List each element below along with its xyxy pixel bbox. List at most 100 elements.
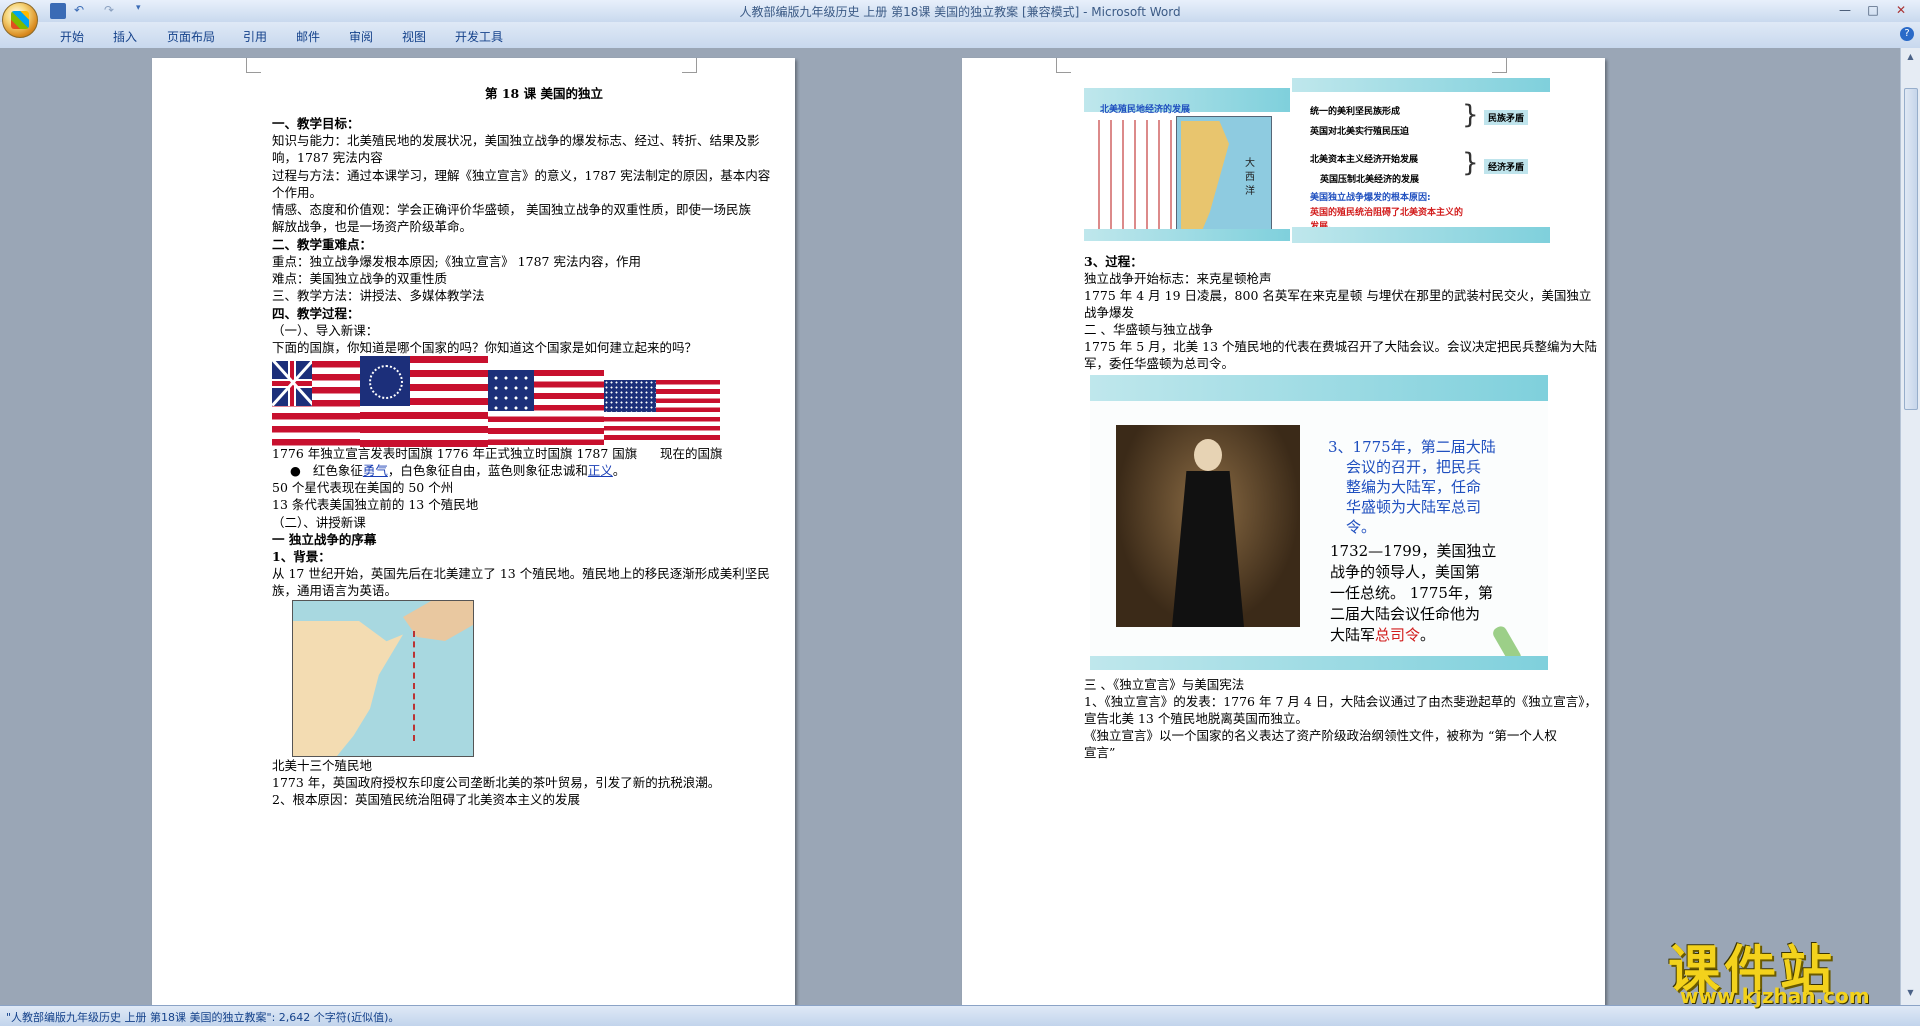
ocean-label: 大西洋 <box>1245 158 1255 197</box>
paragraph: 军，委任华盛顿为总司令。 <box>1084 356 1235 371</box>
paragraph: 宣告北美 13 个殖民地脱离英国而独立。 <box>1084 711 1308 726</box>
watermark-logo: 课件站 www.kjzhan.com <box>1668 928 1918 1008</box>
tab-mailings[interactable]: 邮件 <box>296 28 320 45</box>
office-button[interactable] <box>2 2 38 38</box>
map-land <box>1181 121 1229 235</box>
cause-row: 统一的美利坚民族形成 <box>1310 107 1401 117</box>
paragraph: 个作用。 <box>272 185 323 200</box>
paragraph: 二、教学重难点： <box>272 237 373 252</box>
document-page-2[interactable]: 北美殖民地经济的发展 大西洋 统一的美利坚民族形成 英国对北美实行殖民压迫 北美… <box>962 58 1605 1005</box>
thirteen-colonies-map <box>292 600 474 757</box>
paragraph: 从 17 世纪开始，英国先后在北美建立了 13 个殖民地。殖民地上的移民逐渐形成… <box>272 566 770 581</box>
map-caption: 北美十三个殖民地 <box>272 758 373 773</box>
link-courage[interactable]: 勇气 <box>363 463 388 478</box>
slide-wave <box>1292 78 1550 92</box>
paragraph: 一、教学目标： <box>272 116 360 131</box>
paragraph: 情感、态度和价值观：学会正确评价华盛顿， 美国独立战争的双重性质，即使一场民族 <box>272 202 751 217</box>
slide-text-black: 1732—1799，美国独立 战争的领导人，美国第 一任总统。 1775年，第 … <box>1330 542 1497 644</box>
paragraph: 族，通用语言为英语。 <box>272 583 398 598</box>
undo-icon[interactable]: ↶ <box>74 3 90 19</box>
status-text: "人教部编版九年级历史 上册 第18课 美国的独立教案": 2,642 个字符(… <box>6 1011 400 1024</box>
slide-wave <box>1090 375 1548 401</box>
slide-wave <box>1084 229 1290 241</box>
slide-economy-map: 北美殖民地经济的发展 大西洋 <box>1084 88 1290 241</box>
paragraph: 1775 年 4 月 19 日凌晨，800 名英军在来克星顿 与埋伏在那里的武装… <box>1084 288 1592 303</box>
tag-national-conflict: 民族矛盾 <box>1484 110 1529 125</box>
bullet-item: ● 红色象征勇气，白色象征自由，蓝色则象征忠诚和正义。 <box>290 463 626 478</box>
minimize-button[interactable]: — <box>1832 1 1858 19</box>
paragraph: 一 独立战争的序幕 <box>272 532 377 547</box>
slide-question: 美国独立战争爆发的根本原因: <box>1310 193 1431 203</box>
flag-1787 <box>488 370 604 445</box>
ribbon-tabs: 开始 插入 页面布局 引用 邮件 审阅 视图 开发工具 ? <box>0 22 1920 49</box>
help-icon[interactable]: ? <box>1900 27 1914 41</box>
slide-causes: 统一的美利坚民族形成 英国对北美实行殖民压迫 北美资本主义经济开始发展 英国压制… <box>1292 78 1550 243</box>
canton-50-stars <box>604 380 656 412</box>
tab-insert[interactable]: 插入 <box>113 28 137 45</box>
vertical-slide-text <box>1098 120 1174 230</box>
close-button[interactable]: ✕ <box>1888 1 1914 19</box>
paragraph: 1、《独立宣言》的发表：1776 年 7 月 4 日，大陆会议通过了由杰斐逊起草… <box>1084 694 1598 709</box>
customize-qat-icon[interactable]: ▾ <box>136 3 152 19</box>
brace-icon: } <box>1462 148 1479 178</box>
washington-portrait <box>1116 425 1300 627</box>
crop-mark <box>1492 58 1507 73</box>
slide-wave <box>1090 656 1548 670</box>
link-justice[interactable]: 正义 <box>588 463 613 478</box>
paragraph: 13 条代表美国独立前的 13 个殖民地 <box>272 497 479 512</box>
paragraph: 解放战争，也是一场资产阶级革命。 <box>272 219 473 234</box>
tab-references[interactable]: 引用 <box>243 28 267 45</box>
slide-map-title: 北美殖民地经济的发展 <box>1100 105 1191 115</box>
tab-review[interactable]: 审阅 <box>349 28 373 45</box>
paragraph: （二）、讲授新课 <box>272 515 366 530</box>
paragraph: 重点：独立战争爆发根本原因;《独立宣言》 1787 宪法内容，作用 <box>272 254 641 269</box>
tab-developer[interactable]: 开发工具 <box>455 28 503 45</box>
save-icon[interactable] <box>50 3 66 19</box>
paragraph: 三、教学方法：讲授法、多媒体教学法 <box>272 288 485 303</box>
maximize-button[interactable]: □ <box>1860 1 1886 19</box>
paragraph: 四、教学过程： <box>272 306 360 321</box>
paragraph: 下面的国旗，你知道是哪个国家的吗？你知道这个国家是如何建立起来的吗？ <box>272 340 698 355</box>
status-bar: "人教部编版九年级历史 上册 第18课 美国的独立教案": 2,642 个字符(… <box>0 1005 1920 1026</box>
paragraph: 宣言” <box>1084 745 1116 760</box>
paragraph: 独立战争开始标志：来克星顿枪声 <box>1084 271 1272 286</box>
paragraph: 难点：美国独立战争的双重性质 <box>272 271 448 286</box>
colonies-map: 大西洋 <box>1176 116 1272 241</box>
flag-current <box>604 380 720 440</box>
paragraph: 2、根本原因：英国殖民统治阻碍了北美资本主义的发展 <box>272 792 580 807</box>
document-page-1[interactable]: 第 18 课 美国的独立 一、教学目标： 知识与能力：北美殖民地的发展状况，美国… <box>152 58 795 1005</box>
scroll-thumb[interactable] <box>1904 88 1918 410</box>
tab-home[interactable]: 开始 <box>60 28 84 45</box>
scroll-up-icon[interactable]: ▲ <box>1904 52 1917 64</box>
title-bar: 人教部编版九年级历史 上册 第18课 美国的独立教案 [兼容模式] - Micr… <box>0 0 1920 23</box>
paragraph: 战争爆发 <box>1084 305 1135 320</box>
document-workspace: 第 18 课 美国的独立 一、教学目标： 知识与能力：北美殖民地的发展状况，美国… <box>0 48 1900 1005</box>
paragraph: 3、过程： <box>1084 254 1143 269</box>
tab-page-layout[interactable]: 页面布局 <box>167 28 215 45</box>
tab-view[interactable]: 视图 <box>402 28 426 45</box>
cause-row: 北美资本主义经济开始发展 <box>1310 155 1419 165</box>
paragraph: 1、背景： <box>272 549 331 564</box>
slide-washington: 3、1775年，第二届大陆 会议的召开，把民兵 整编为大陆军，任命 华盛顿为大陆… <box>1090 375 1548 670</box>
cause-row: 英国压制北美经济的发展 <box>1320 175 1420 185</box>
slide-answer: 英国的殖民统治阻碍了北美资本主义的 <box>1310 208 1464 218</box>
boundary-line <box>313 631 415 741</box>
page-title: 第 18 课 美国的独立 <box>485 86 603 101</box>
bullet-icon: ● <box>290 463 313 478</box>
crop-mark <box>682 58 697 73</box>
paragraph: 50 个星代表现在美国的 50 个州 <box>272 480 454 495</box>
flag-caption: 1776 年独立宣言发表时国旗 1776 年正式独立时国旗 1787 国旗 <box>272 446 638 461</box>
brace-icon: } <box>1462 100 1479 130</box>
portrait-body <box>1172 471 1244 627</box>
cause-row: 英国对北美实行殖民压迫 <box>1310 127 1410 137</box>
redo-icon[interactable]: ↷ <box>104 3 120 19</box>
slide-wave <box>1292 227 1550 243</box>
union-jack-canton <box>272 361 312 406</box>
paragraph: 1773 年，英国政府授权东印度公司垄断北美的茶叶贸易，引发了新的抗税浪潮。 <box>272 775 721 790</box>
office-logo-icon <box>11 11 29 29</box>
paragraph: （一）、导入新课： <box>272 323 379 338</box>
paragraph: 知识与能力：北美殖民地的发展状况，美国独立战争的爆发标志、经过、转折、结果及影 <box>272 133 760 148</box>
flag-caption: 现在的国旗 <box>660 446 723 461</box>
vertical-scrollbar[interactable]: ▲ ▼ <box>1900 48 1920 1005</box>
paragraph: 过程与方法：通过本课学习，理解《独立宣言》的意义，1787 宪法制定的原因，基本… <box>272 168 771 183</box>
